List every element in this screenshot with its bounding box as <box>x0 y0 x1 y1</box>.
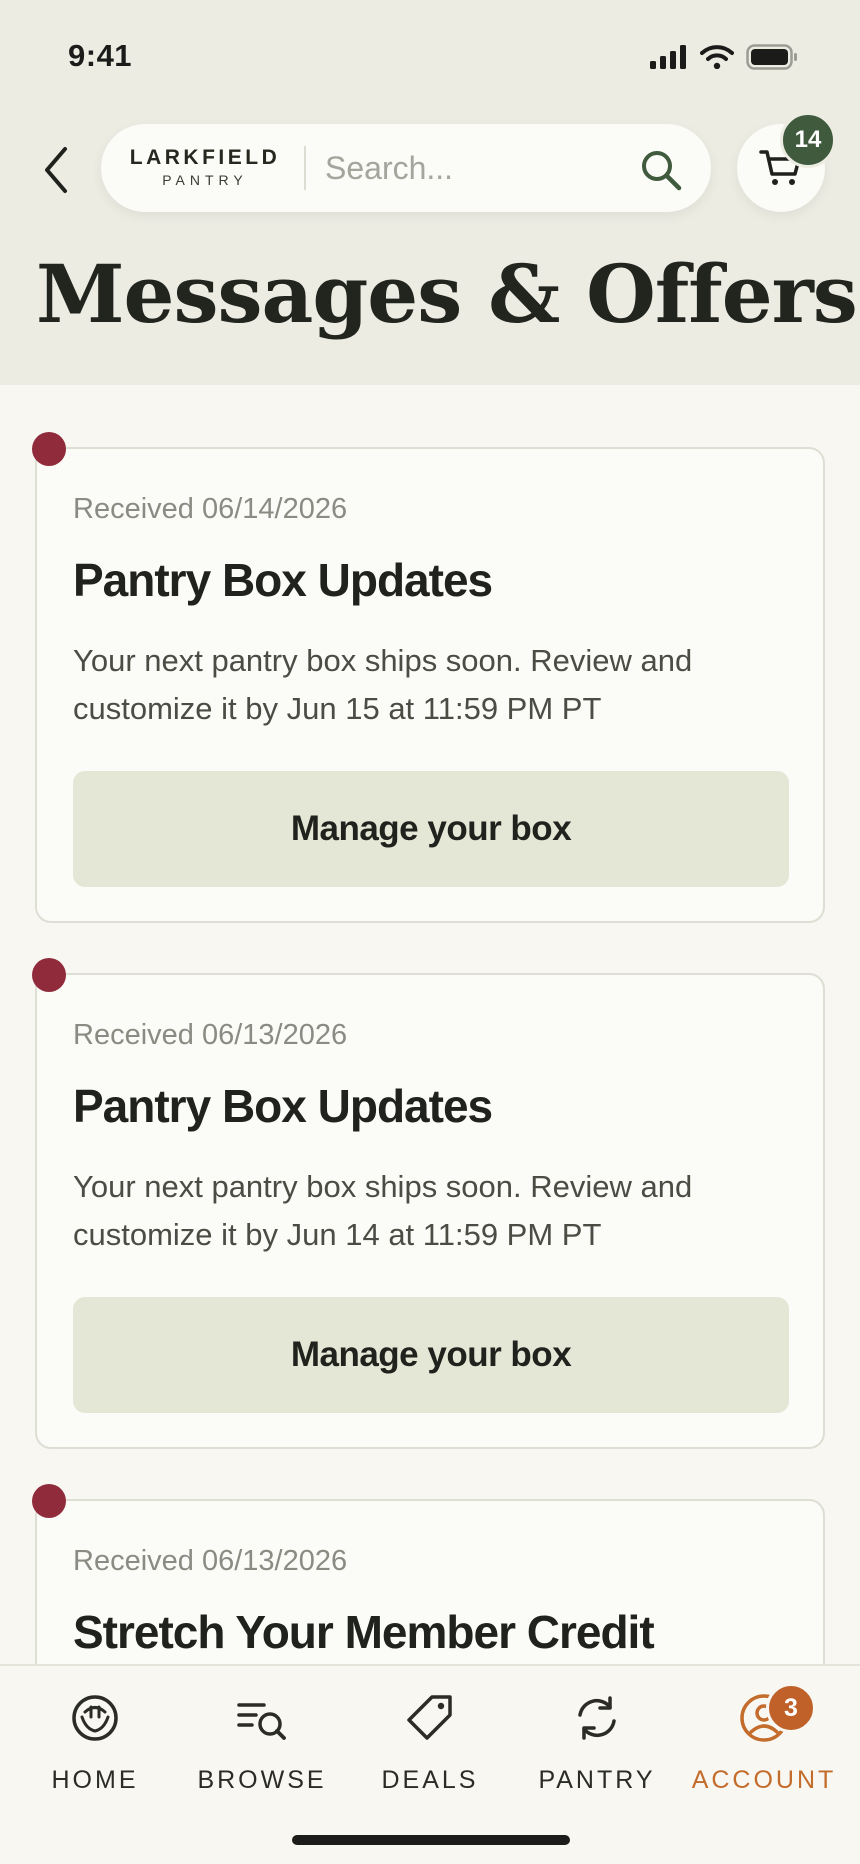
unread-indicator <box>32 958 66 992</box>
nav-deals[interactable]: DEALS <box>346 1690 514 1800</box>
nav-label: BROWSE <box>197 1766 327 1794</box>
status-icons <box>650 44 798 75</box>
message-title: Stretch Your Member Credit <box>73 1606 655 1658</box>
message-body: Your next pantry box ships soon. Review … <box>73 1169 693 1252</box>
message-date: Received 06/13/2026 <box>73 1545 348 1577</box>
search-icon <box>642 151 682 191</box>
battery-icon <box>746 44 798 75</box>
refresh-icon <box>569 1690 625 1746</box>
logo-subtitle: PANTRY <box>162 172 248 188</box>
page-title: Messages & Offers <box>36 247 858 341</box>
message-card[interactable]: Received 06/14/2026 Pantry Box Updates Y… <box>32 432 825 923</box>
cart-count-badge: 14 <box>780 112 836 168</box>
message-card[interactable]: Received 06/13/2026 Pantry Box Updates Y… <box>32 958 825 1449</box>
unread-indicator <box>32 432 66 466</box>
bottom-nav: HOME BROWSE DEALS PANTRY ACCOUNT <box>0 1664 860 1864</box>
message-card[interactable]: Received 06/13/2026 Stretch Your Member … <box>32 1484 825 1665</box>
search-divider <box>304 146 306 190</box>
home-indicator <box>292 1835 570 1845</box>
back-button[interactable] <box>32 138 80 202</box>
signal-icon <box>650 45 688 74</box>
search-input[interactable] <box>325 144 625 192</box>
nav-pantry[interactable]: PANTRY <box>513 1690 681 1800</box>
nav-home[interactable]: HOME <box>11 1690 179 1800</box>
nav-label: DEALS <box>381 1766 479 1794</box>
nav-browse[interactable]: BROWSE <box>178 1690 346 1800</box>
search-button[interactable] <box>637 146 685 194</box>
message-title: Pantry Box Updates <box>73 554 493 606</box>
logo-wordmark: LARKFIELD <box>129 146 281 169</box>
tag-icon <box>402 1690 458 1746</box>
manage-box-button[interactable]: Manage your box <box>73 771 789 887</box>
status-time: 9:41 <box>68 38 133 73</box>
nav-label: PANTRY <box>538 1766 656 1794</box>
nav-label: HOME <box>51 1766 139 1794</box>
message-date: Received 06/13/2026 <box>73 1019 348 1051</box>
message-list: Received 06/14/2026 Pantry Box Updates Y… <box>0 385 860 1665</box>
message-title: Pantry Box Updates <box>73 1080 493 1132</box>
unread-indicator <box>32 1484 66 1518</box>
chevron-left-icon <box>45 147 67 193</box>
browse-icon <box>234 1690 290 1746</box>
status-bar: 9:41 <box>0 0 860 110</box>
nav-label: ACCOUNT <box>691 1766 837 1794</box>
home-icon <box>67 1690 123 1746</box>
search-bar: LARKFIELD PANTRY <box>101 124 711 212</box>
brand-logo[interactable]: LARKFIELD PANTRY <box>125 146 285 189</box>
header-region: 9:41 LARKFIELD PANTRY Search... 14 Messa… <box>0 0 860 385</box>
wifi-icon <box>700 45 734 74</box>
nav-account[interactable]: ACCOUNT <box>680 1690 848 1800</box>
message-date: Received 06/14/2026 <box>73 493 348 525</box>
manage-box-button[interactable]: Manage your box <box>73 1297 789 1413</box>
account-notification-badge: 3 <box>766 1683 816 1733</box>
message-body: Your next pantry box ships soon. Review … <box>73 643 693 726</box>
